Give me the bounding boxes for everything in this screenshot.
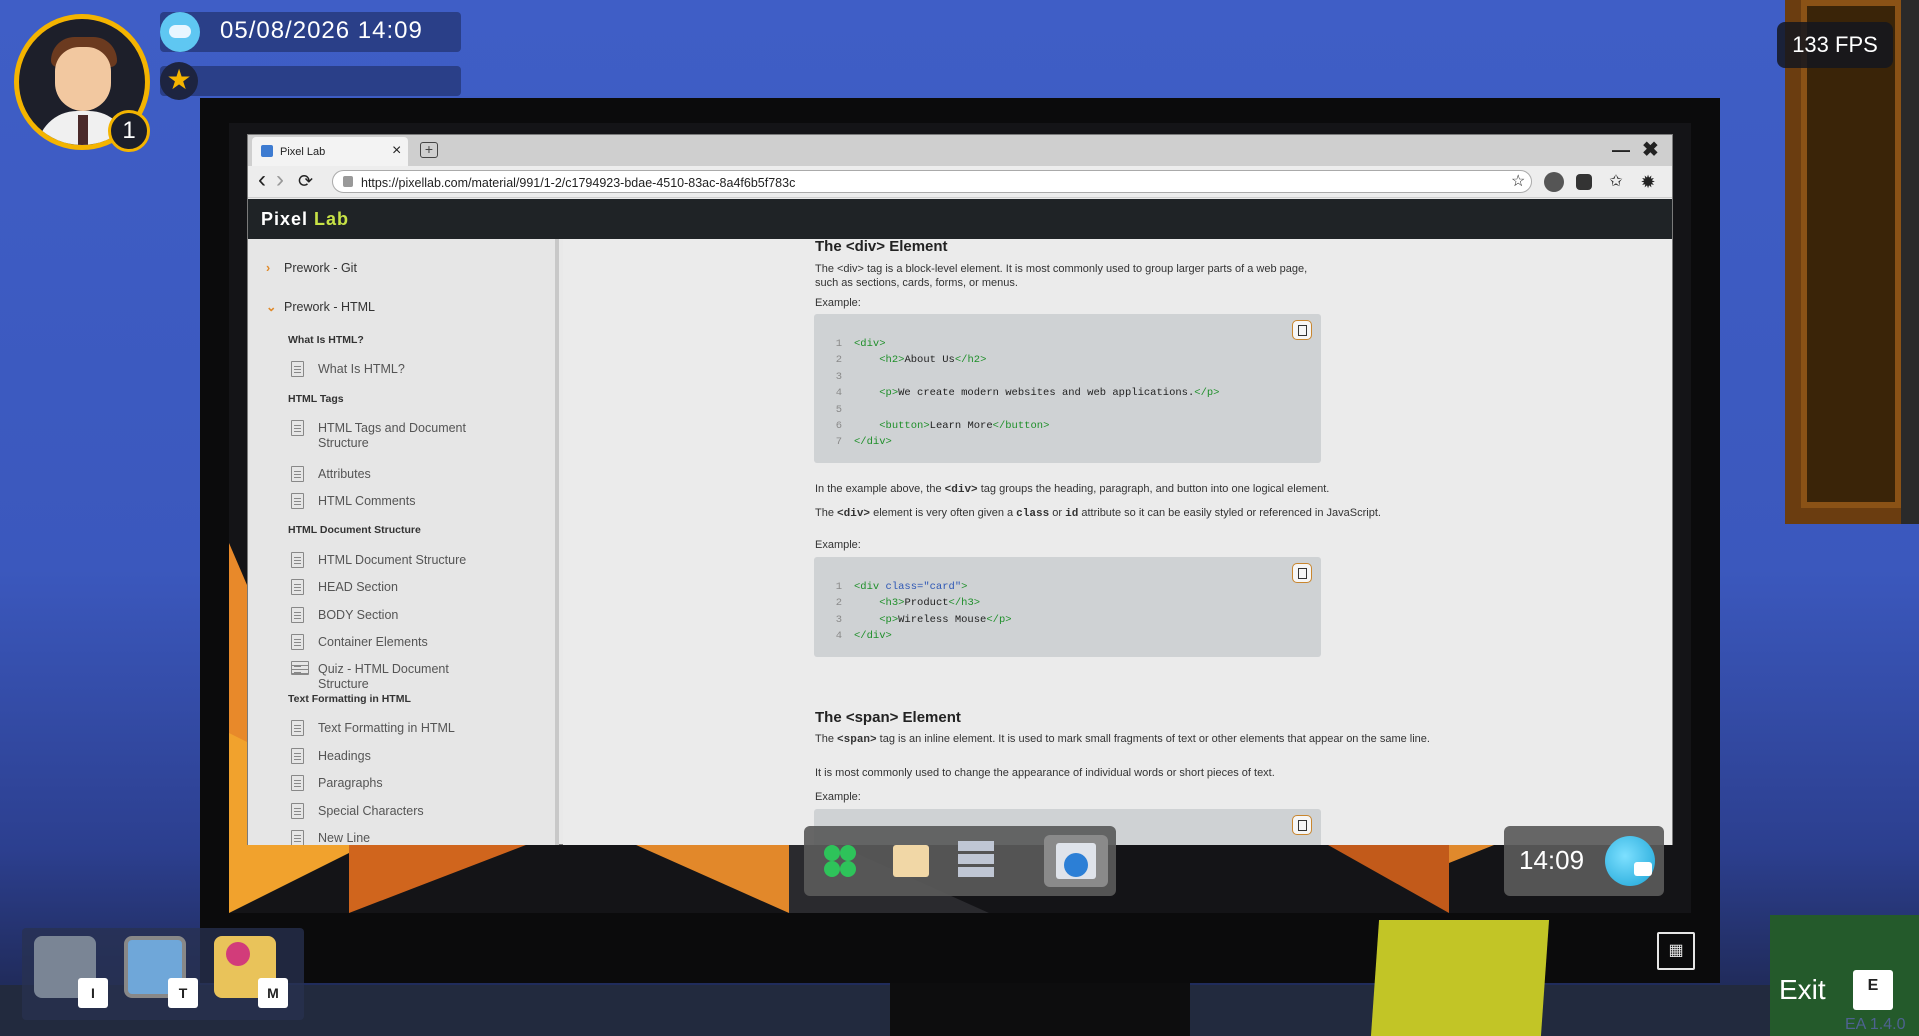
document-icon — [291, 607, 304, 623]
example-label: Example: — [815, 791, 861, 803]
document-icon — [291, 775, 304, 791]
hotbar: I T M — [22, 928, 304, 1020]
span-paragraph-2: It is most commonly used to change the a… — [815, 767, 1275, 779]
system-clock: 14:09 — [1519, 845, 1585, 875]
wifi-icon — [1634, 862, 1652, 876]
navigation-bar: ‹ › ⟳ https://pixellab.com/material/991/… — [248, 166, 1672, 198]
weather-cloud-icon — [160, 12, 200, 52]
document-icon — [291, 634, 304, 650]
div-explanation-1: In the example above, the <div> tag grou… — [815, 483, 1330, 496]
quiz-icon — [291, 661, 309, 675]
span-intro: The <span> tag is an inline element. It … — [815, 733, 1430, 746]
reload-button[interactable]: ⟳ — [298, 171, 313, 192]
group-what-is-html: What Is HTML? — [288, 334, 364, 346]
brand-accent: Lab — [314, 209, 350, 229]
lesson-content: The <div> Element The <div> tag is a blo… — [563, 239, 1672, 845]
new-tab-button[interactable]: + — [420, 142, 438, 158]
document-icon — [291, 748, 304, 764]
document-icon — [291, 420, 304, 436]
div-explanation-2: The <div> element is very often given a … — [815, 507, 1381, 520]
document-icon — [291, 830, 304, 845]
exit-label[interactable]: Exit — [1779, 974, 1826, 1006]
network-globe-icon[interactable] — [1605, 836, 1655, 886]
document-icon — [291, 552, 304, 568]
section-prework-html[interactable]: ⌄ Prework - HTML — [266, 299, 375, 314]
yellow-crate — [1370, 920, 1550, 1036]
forward-button[interactable]: › — [276, 166, 284, 194]
div-heading: The <div> Element — [815, 239, 948, 255]
monitor-stand — [890, 983, 1190, 1036]
reputation-bar — [160, 66, 461, 96]
example-label: Example: — [815, 297, 861, 309]
document-icon — [291, 493, 304, 509]
url-text: https://pixellab.com/material/991/1-2/c1… — [361, 176, 796, 190]
group-html-document-structure: HTML Document Structure — [288, 524, 421, 536]
document-icon — [291, 803, 304, 819]
grid-menu-icon[interactable]: ▦ — [1657, 932, 1695, 970]
chevron-down-icon: ⌄ — [266, 300, 277, 314]
document-icon — [291, 466, 304, 482]
copy-code-icon[interactable] — [1292, 815, 1312, 835]
level-badge: 1 — [108, 110, 150, 152]
chevron-right-icon: › — [266, 261, 271, 275]
app-header: Pixel Lab — [248, 199, 1672, 239]
copy-code-icon[interactable] — [1292, 320, 1312, 340]
group-html-tags: HTML Tags — [288, 393, 344, 405]
favorites-icon[interactable]: ✩ — [1606, 172, 1626, 192]
copy-code-icon[interactable] — [1292, 563, 1312, 583]
lock-icon — [343, 176, 353, 187]
div-intro: The <div> tag is a block-level element. … — [815, 263, 1308, 289]
tab-pixel-lab[interactable]: Pixel Lab × — [252, 137, 408, 166]
brand-logo[interactable]: Pixel Lab — [261, 209, 349, 230]
tab-strip: Pixel Lab × + — ✖ — [248, 135, 1672, 166]
span-heading: The <span> Element — [815, 709, 961, 726]
exit-hotkey[interactable]: E — [1853, 970, 1893, 1010]
browser-window: Pixel Lab × + — ✖ ‹ › ⟳ https://pixellab… — [247, 134, 1673, 845]
group-text-formatting: Text Formatting in HTML — [288, 693, 411, 705]
document-icon — [291, 361, 304, 377]
hotkey-tablet: T — [168, 978, 198, 1008]
star-icon: ★ — [160, 62, 198, 100]
browser-globe-icon[interactable] — [1044, 835, 1108, 887]
settings-gear-icon[interactable]: ✹ — [1638, 172, 1658, 192]
document-icon — [291, 579, 304, 595]
tab-title: Pixel Lab — [280, 146, 326, 158]
files-folder-icon[interactable] — [884, 835, 936, 887]
back-button[interactable]: ‹ — [258, 166, 266, 194]
bookmark-star-icon[interactable]: ☆ — [1511, 171, 1525, 191]
section-prework-git[interactable]: › Prework - Git — [266, 261, 357, 275]
tab-close-icon[interactable]: × — [392, 142, 401, 160]
datetime-text: 05/08/2026 14:09 — [220, 17, 423, 44]
version-label: EA 1.4.0 — [1845, 1016, 1906, 1033]
address-bar[interactable]: https://pixellab.com/material/991/1-2/c1… — [332, 170, 1532, 193]
profile-icon[interactable] — [1544, 172, 1564, 192]
course-sidebar: › Prework - Git ⌄ Prework - HTML What Is H… — [248, 239, 559, 845]
wooden-door — [1785, 0, 1919, 524]
server-rack-icon[interactable] — [950, 835, 1002, 887]
code-block-div-class: 1 <div class="card"> 2 <h3>Product</h3> 3… — [814, 557, 1321, 657]
pixel-lab-favicon-icon — [261, 145, 273, 157]
code-block-div: 1 <div> 2 <h2>About Us</h2> 3 4 <p>We cre… — [814, 314, 1321, 463]
hotkey-map: M — [258, 978, 288, 1008]
download-icon[interactable] — [1576, 174, 1592, 190]
app-dock — [804, 826, 1116, 896]
launcher-clover-icon[interactable] — [814, 835, 866, 887]
fps-counter: 133 FPS — [1777, 22, 1893, 68]
document-icon — [291, 720, 304, 736]
brand-main: Pixel — [261, 209, 315, 229]
hotkey-inventory: I — [78, 978, 108, 1008]
close-window-button[interactable]: ✖ — [1642, 137, 1659, 162]
example-label: Example: — [815, 539, 861, 551]
minimize-button[interactable]: — — [1612, 140, 1630, 161]
